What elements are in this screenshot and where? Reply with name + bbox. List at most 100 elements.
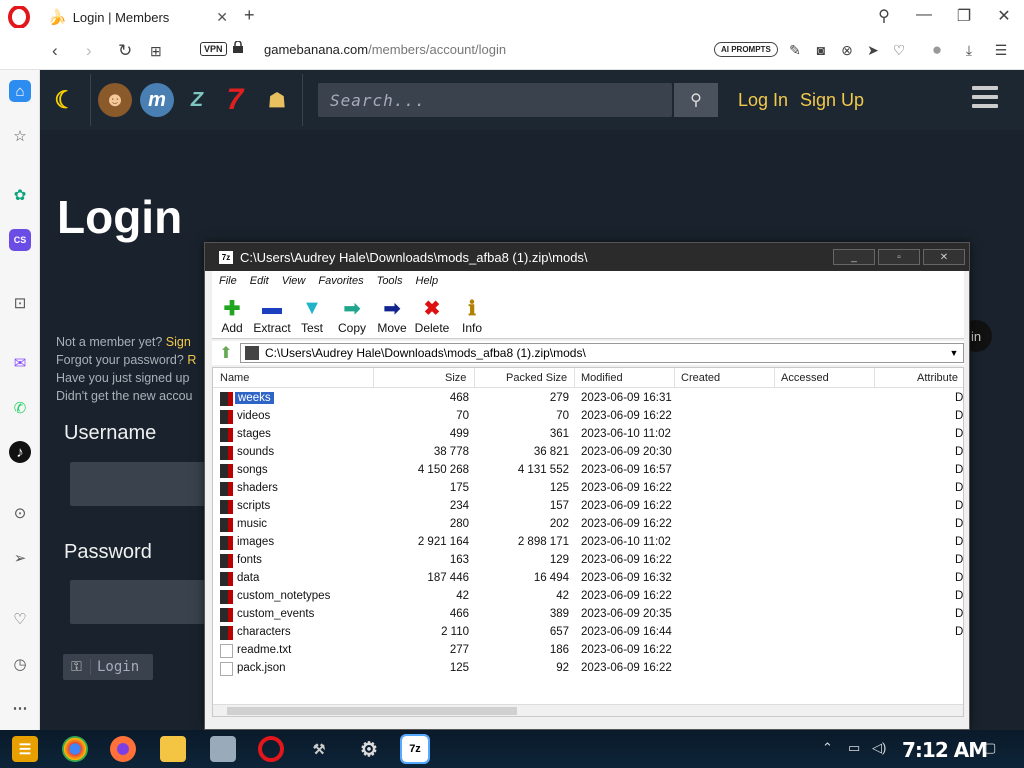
- folder-row[interactable]: custom_events 466 389 2023-06-09 20:35 D: [213, 606, 963, 624]
- signup-inline-link[interactable]: Sign: [166, 335, 191, 349]
- doom-game-icon[interactable]: ☻: [98, 83, 132, 117]
- 7zip-maximize-icon[interactable]: ▫: [878, 249, 920, 265]
- file-explorer-icon[interactable]: [160, 736, 186, 762]
- folder-row[interactable]: videos 70 70 2023-06-09 16:22 D: [213, 408, 963, 426]
- fighter-game-icon[interactable]: ☗: [260, 83, 294, 117]
- z-game-icon[interactable]: Z: [180, 83, 214, 117]
- menu-edit[interactable]: Edit: [250, 275, 269, 287]
- toolbar-extract-button[interactable]: ▬ Extract: [252, 295, 292, 336]
- m-game-icon[interactable]: m: [140, 83, 174, 117]
- toolbar-move-button[interactable]: ➡ Move: [372, 295, 412, 336]
- reset-inline-link[interactable]: R: [187, 353, 196, 367]
- folder-row[interactable]: stages 499 361 2023-06-10 11:02 D: [213, 426, 963, 444]
- menu-file[interactable]: File: [219, 275, 237, 287]
- tool-icon[interactable]: ⚒: [306, 736, 332, 762]
- search-tabs-icon[interactable]: ⚲: [874, 6, 894, 26]
- chatsonic-icon[interactable]: CS: [9, 229, 31, 251]
- profile-avatar-icon[interactable]: ●: [928, 40, 946, 60]
- login-link[interactable]: Log In: [738, 90, 788, 111]
- reload-icon[interactable]: ↻: [118, 41, 132, 61]
- column-created[interactable]: Created: [681, 372, 720, 384]
- opera-logo-icon[interactable]: [6, 4, 32, 30]
- home-icon[interactable]: ⌂: [9, 80, 31, 102]
- tiktok-icon[interactable]: ♪: [9, 441, 31, 463]
- column-size[interactable]: Size: [445, 372, 466, 384]
- block-ads-icon[interactable]: ⊗: [838, 42, 856, 59]
- toolbar-test-button[interactable]: ▼ Test: [292, 295, 332, 336]
- file-row[interactable]: readme.txt 277 186 2023-06-09 16:22: [213, 642, 963, 660]
- settings-gear-icon[interactable]: ⚙: [356, 736, 382, 762]
- opera-taskbar-icon[interactable]: [258, 736, 284, 762]
- banana-logo-icon[interactable]: ☾: [48, 83, 82, 117]
- folder-row[interactable]: weeks 468 279 2023-06-09 16:31 D: [213, 390, 963, 408]
- speed-dial-icon[interactable]: ☆: [9, 125, 31, 147]
- up-folder-icon[interactable]: ⬆: [212, 343, 240, 363]
- edit-icon[interactable]: ✎: [786, 42, 804, 59]
- folder-row[interactable]: sounds 38 778 36 821 2023-06-09 20:30 D: [213, 444, 963, 462]
- column-name[interactable]: Name: [220, 372, 249, 384]
- tabs-grid-icon[interactable]: ⊞: [150, 43, 162, 60]
- vpn-badge[interactable]: VPN: [200, 42, 227, 56]
- heart-icon[interactable]: ♡: [890, 42, 908, 59]
- folder-row[interactable]: songs 4 150 268 4 131 552 2023-06-09 16:57 D: [213, 462, 963, 480]
- folder-row[interactable]: data 187 446 16 494 2023-06-09 16:32 D: [213, 570, 963, 588]
- new-tab-icon[interactable]: +: [244, 5, 255, 26]
- folder-row[interactable]: shaders 175 125 2023-06-09 16:22 D: [213, 480, 963, 498]
- network-icon[interactable]: ▭: [848, 740, 860, 756]
- column-attribute[interactable]: Attribute: [917, 372, 958, 384]
- history-icon[interactable]: ◷: [9, 653, 31, 675]
- firefox-icon[interactable]: [110, 736, 136, 762]
- start-icon[interactable]: ☰: [12, 736, 38, 762]
- toolbar-delete-button[interactable]: ✖ Delete: [412, 295, 452, 336]
- file-row[interactable]: pack.json 125 92 2023-06-09 16:22: [213, 660, 963, 678]
- app-window-icon[interactable]: [210, 736, 236, 762]
- folder-row[interactable]: scripts 234 157 2023-06-09 16:22 D: [213, 498, 963, 516]
- path-dropdown-icon[interactable]: ▼: [945, 348, 963, 358]
- forward-icon[interactable]: ›: [86, 41, 92, 61]
- close-tab-icon[interactable]: ✕: [216, 9, 228, 26]
- folder-row[interactable]: characters 2 110 657 2023-06-09 16:44 D: [213, 624, 963, 642]
- toolbar-copy-button[interactable]: ➡ Copy: [332, 295, 372, 336]
- site-search-input[interactable]: Search...: [318, 83, 672, 117]
- 7zip-titlebar[interactable]: 7z C:\Users\Audrey Hale\Downloads\mods_a…: [205, 243, 969, 271]
- tab-login-members[interactable]: 🍌 Login | Members ✕: [40, 2, 236, 32]
- 7zip-minimize-icon[interactable]: _: [833, 249, 875, 265]
- clock[interactable]: 7:12 AM: [902, 738, 988, 762]
- messenger-icon[interactable]: ✉: [9, 352, 31, 374]
- chrome-icon[interactable]: [62, 736, 88, 762]
- column-modified[interactable]: Modified: [581, 372, 623, 384]
- folder-row[interactable]: custom_notetypes 42 42 2023-06-09 16:22 D: [213, 588, 963, 606]
- menu-view[interactable]: View: [282, 275, 306, 287]
- signup-link[interactable]: Sign Up: [800, 90, 864, 111]
- notifications-icon[interactable]: ▢: [984, 740, 996, 756]
- send-sidebar-icon[interactable]: ➢: [9, 547, 31, 569]
- menu-help[interactable]: Help: [416, 275, 439, 287]
- 7zip-path-field[interactable]: C:\Users\Audrey Hale\Downloads\mods_afba…: [240, 343, 964, 363]
- camera-icon[interactable]: ◙: [812, 42, 830, 58]
- toolbar-add-button[interactable]: ✚ Add: [212, 295, 252, 336]
- close-window-icon[interactable]: ✕: [994, 6, 1014, 26]
- folder-row[interactable]: images 2 921 164 2 898 171 2023-06-10 11:02…: [213, 534, 963, 552]
- volume-icon[interactable]: ◁): [872, 740, 886, 756]
- chatgpt-icon[interactable]: ✿: [9, 184, 31, 206]
- username-input[interactable]: [70, 462, 210, 506]
- horizontal-scrollbar[interactable]: [213, 704, 963, 716]
- password-input[interactable]: [70, 580, 210, 624]
- login-button[interactable]: ⚿ Login: [63, 654, 153, 680]
- ai-prompts-button[interactable]: AI PROMPTS: [714, 42, 778, 57]
- whatsapp-icon[interactable]: ✆: [9, 397, 31, 419]
- tray-chevron-icon[interactable]: ⌃: [822, 740, 833, 756]
- minimize-icon[interactable]: —: [914, 6, 934, 24]
- 7zip-taskbar-icon[interactable]: 7z: [400, 734, 430, 764]
- seven-game-icon[interactable]: 7: [218, 83, 252, 117]
- back-icon[interactable]: ‹: [52, 41, 58, 61]
- column-packed-size[interactable]: Packed Size: [506, 372, 567, 384]
- download-icon[interactable]: ⤓: [960, 42, 978, 59]
- menu-icon[interactable]: [972, 86, 998, 112]
- easy-setup-icon[interactable]: ☰: [992, 42, 1010, 59]
- restore-icon[interactable]: ❐: [954, 6, 974, 26]
- favorites-icon[interactable]: ♡: [9, 608, 31, 630]
- folder-row[interactable]: fonts 163 129 2023-06-09 16:22 D: [213, 552, 963, 570]
- more-icon[interactable]: ⋯: [9, 697, 31, 719]
- folder-row[interactable]: music 280 202 2023-06-09 16:22 D: [213, 516, 963, 534]
